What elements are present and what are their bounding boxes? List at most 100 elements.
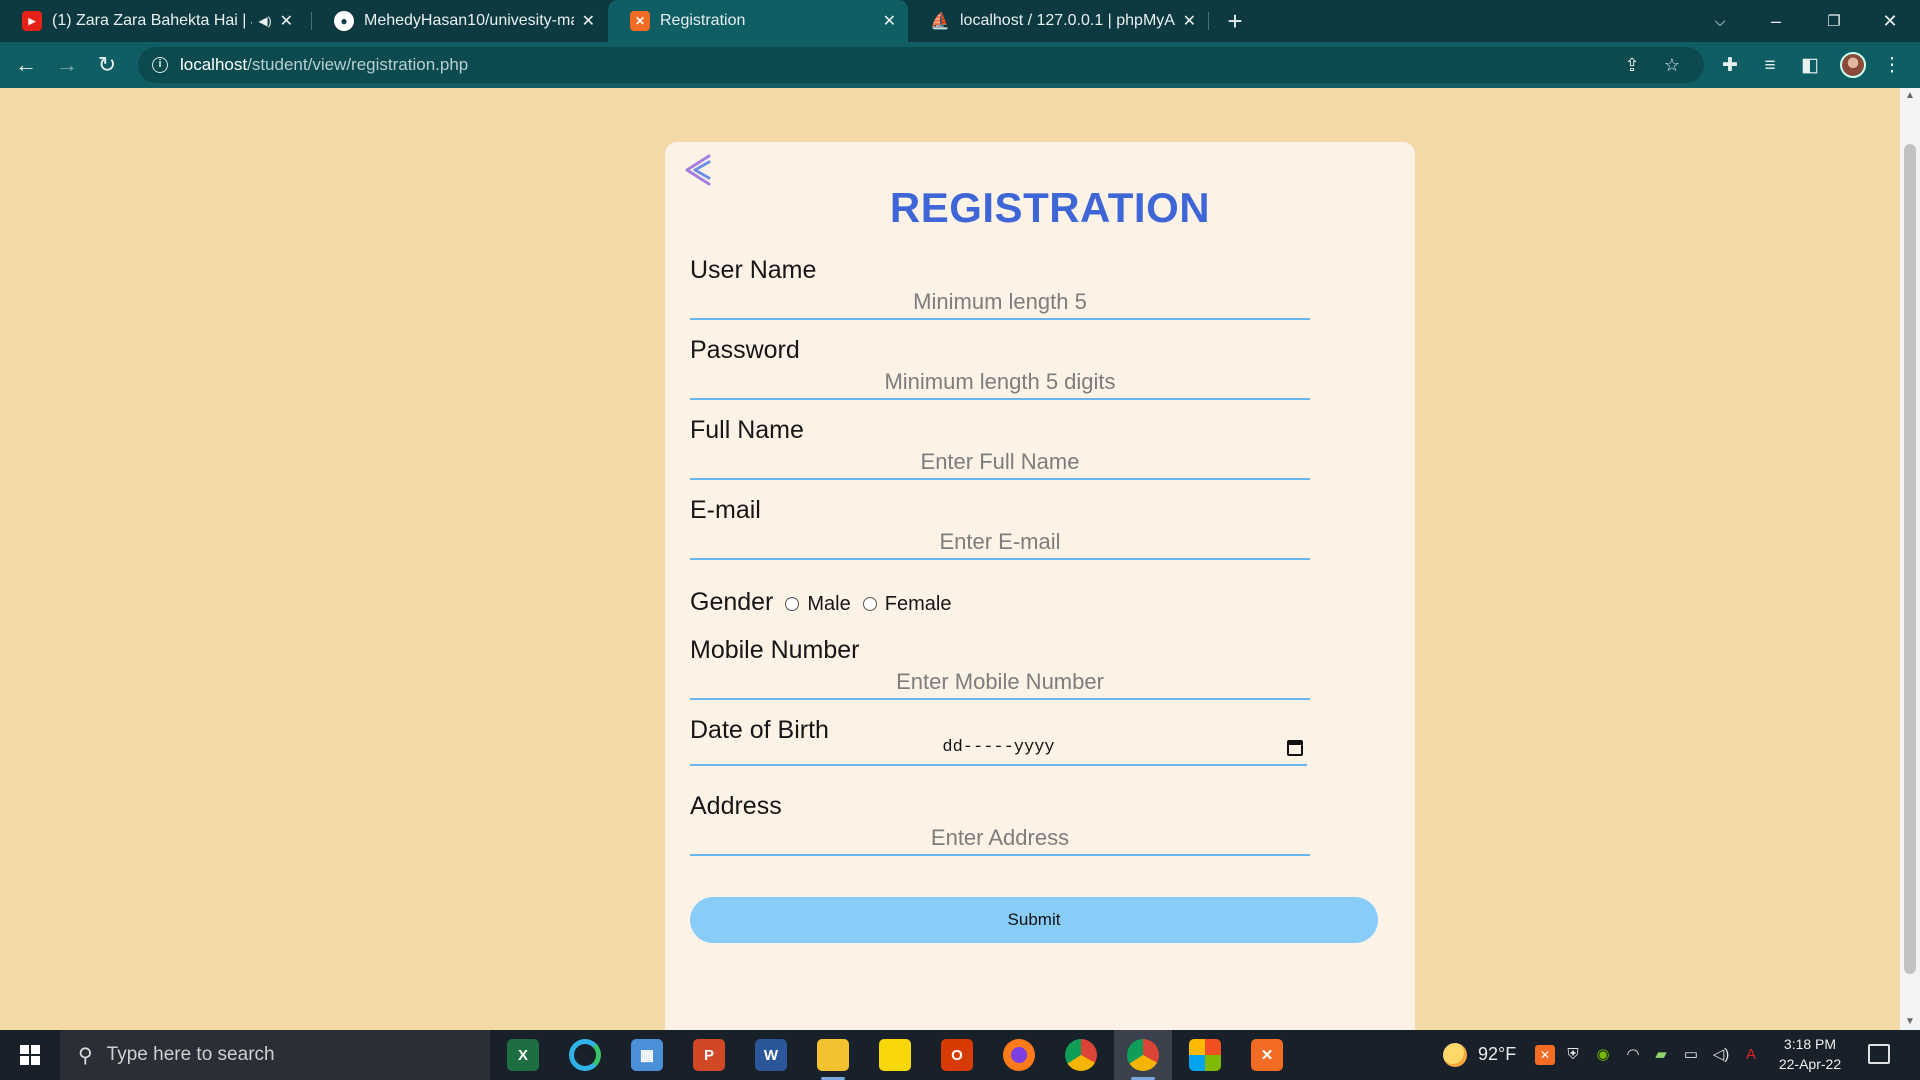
gender-female-label[interactable]: Female — [885, 593, 952, 616]
excel-icon[interactable]: X — [507, 1039, 539, 1071]
tab-divider — [1208, 12, 1209, 30]
url-host: localhost — [180, 55, 248, 74]
back-arrow-icon[interactable]: ← — [12, 51, 40, 79]
username-input[interactable] — [690, 282, 1310, 320]
store-icon[interactable] — [1189, 1039, 1221, 1071]
nvidia-icon[interactable]: ◉ — [1593, 1045, 1613, 1065]
chrome-icon[interactable] — [1065, 1039, 1097, 1071]
tab-label: localhost / 127.0.0.1 | phpMyAdm — [960, 12, 1175, 29]
tab-phpmyadmin[interactable]: ⛵ localhost / 127.0.0.1 | phpMyAdm ✕ — [908, 0, 1208, 42]
restore-button[interactable]: ❐ — [1806, 0, 1862, 42]
registration-card: REGISTRATION User Name Password Full Nam… — [665, 142, 1415, 1030]
tab-label: (1) Zara Zara Bahekta Hai | Ja — [52, 12, 253, 29]
taskbar-search[interactable]: ⚲ Type here to search — [60, 1030, 490, 1080]
submit-button[interactable]: Submit — [690, 897, 1378, 943]
notification-center-icon[interactable] — [1868, 1044, 1890, 1064]
media-queue-icon[interactable]: ≡ — [1758, 54, 1782, 78]
dob-placeholder: dd-----yyyy — [942, 738, 1055, 757]
control-panel-icon[interactable]: ▦ — [631, 1039, 663, 1071]
page-title: REGISTRATION — [889, 184, 1211, 231]
word-icon[interactable]: W — [755, 1039, 787, 1071]
youtube-icon: ▶ — [22, 11, 42, 31]
share-icon[interactable]: ⇪ — [1622, 55, 1642, 75]
clock-time: 3:18 PM — [1783, 1036, 1837, 1052]
weather-temperature[interactable]: 92°F — [1478, 1044, 1516, 1065]
email-input[interactable] — [690, 522, 1310, 560]
site-info-icon[interactable]: i — [152, 57, 168, 73]
fullname-label: Full Name — [690, 416, 804, 444]
firefox-icon[interactable] — [1003, 1039, 1035, 1071]
browser-tab-bar: ▶ (1) Zara Zara Bahekta Hai | Ja ◀) ✕ ● … — [0, 0, 1920, 42]
tab-label: Registration — [660, 12, 746, 29]
password-label: Password — [690, 336, 800, 364]
battery-icon[interactable]: ▭ — [1681, 1045, 1701, 1065]
chrome-profile-icon[interactable] — [1127, 1039, 1159, 1080]
weather-icon[interactable] — [1443, 1043, 1467, 1067]
search-placeholder: Type here to search — [106, 1044, 275, 1065]
minimize-button[interactable]: – — [1748, 0, 1804, 42]
dob-date-input[interactable]: dd-----yyyy — [690, 736, 1307, 766]
browser-toolbar: ← → ↻ i localhost/student/view/registrat… — [0, 42, 1920, 88]
windows-logo-icon — [20, 1045, 40, 1065]
security-shield-icon[interactable]: ⛨ — [1563, 1045, 1583, 1065]
address-bar[interactable]: i localhost/student/view/registration.ph… — [138, 47, 1704, 83]
gender-male-radio[interactable] — [785, 596, 800, 611]
menu-kebab-icon[interactable]: ⋮ — [1880, 54, 1904, 78]
tab-search-chevron-icon[interactable]: ⌵ — [1692, 0, 1748, 42]
page-viewport: REGISTRATION User Name Password Full Nam… — [0, 88, 1900, 1030]
password-input[interactable] — [690, 362, 1310, 400]
tab-github[interactable]: ● MehedyHasan10/univesity-mana ✕ — [312, 0, 607, 42]
volume-icon[interactable]: ◁) — [1711, 1045, 1731, 1065]
gender-female-radio[interactable] — [862, 596, 877, 611]
windows-taskbar: ⚲ Type here to search X ▦ P W O ✕ 92°F ✕… — [0, 1030, 1920, 1080]
xampp-icon[interactable]: ✕ — [1251, 1039, 1283, 1071]
side-panel-icon[interactable]: ◧ — [1798, 54, 1822, 78]
tab-registration[interactable]: ✕ Registration ✕ — [608, 0, 908, 42]
profile-avatar[interactable] — [1840, 52, 1866, 78]
defender-icon[interactable]: ▰ — [1651, 1045, 1671, 1065]
clock-date: 22-Apr-22 — [1778, 1056, 1842, 1072]
powerpoint-icon[interactable]: P — [693, 1039, 725, 1071]
gender-male-label[interactable]: Male — [807, 593, 850, 616]
close-icon[interactable]: ✕ — [1183, 11, 1196, 31]
edge-icon[interactable] — [569, 1039, 601, 1071]
tab-label: MehedyHasan10/univesity-mana — [364, 12, 574, 29]
mobile-input[interactable] — [690, 662, 1310, 700]
calendar-icon[interactable] — [1287, 740, 1303, 756]
gender-group: Gender Male Female — [690, 588, 963, 617]
wifi-icon[interactable]: ◠ — [1623, 1045, 1643, 1065]
forward-arrow-icon[interactable]: → — [53, 51, 81, 79]
search-icon: ⚲ — [78, 1044, 93, 1067]
acrobat-icon[interactable]: A — [1741, 1045, 1761, 1065]
extensions-puzzle-icon[interactable]: ✚ — [1718, 54, 1742, 78]
back-chevron-icon[interactable] — [679, 152, 715, 188]
address-label: Address — [690, 792, 782, 820]
close-icon[interactable]: ✕ — [883, 11, 896, 31]
mobile-label: Mobile Number — [690, 636, 860, 664]
scroll-up-arrow-icon[interactable]: ▲ — [1900, 88, 1920, 104]
close-window-button[interactable]: ✕ — [1862, 0, 1918, 42]
address-input[interactable] — [690, 818, 1310, 856]
fullname-input[interactable] — [690, 442, 1310, 480]
bookmark-star-icon[interactable]: ☆ — [1662, 55, 1682, 75]
speaker-icon[interactable]: ◀) — [258, 14, 271, 28]
file-explorer-icon[interactable] — [817, 1039, 849, 1080]
reload-icon[interactable]: ↻ — [93, 51, 121, 79]
office-icon[interactable]: O — [941, 1039, 973, 1071]
scrollbar-thumb[interactable] — [1904, 144, 1916, 974]
start-button[interactable] — [0, 1030, 60, 1080]
tab-youtube[interactable]: ▶ (1) Zara Zara Bahekta Hai | Ja ◀) ✕ — [0, 0, 305, 42]
gender-label: Gender — [690, 588, 774, 616]
phpmyadmin-icon: ⛵ — [930, 13, 950, 30]
page-scrollbar[interactable]: ▲ ▼ — [1900, 88, 1920, 1030]
github-icon: ● — [334, 11, 354, 31]
sticky-notes-icon[interactable] — [879, 1039, 911, 1071]
email-label: E-mail — [690, 496, 761, 524]
system-clock[interactable]: 3:18 PM 22-Apr-22 — [1770, 1034, 1850, 1074]
close-icon[interactable]: ✕ — [582, 11, 595, 31]
url-path: /student/view/registration.php — [247, 55, 469, 74]
xampp-tray-icon[interactable]: ✕ — [1535, 1045, 1555, 1065]
scroll-down-arrow-icon[interactable]: ▼ — [1900, 1014, 1920, 1030]
new-tab-button[interactable]: + — [1220, 6, 1250, 36]
close-icon[interactable]: ✕ — [280, 11, 293, 31]
